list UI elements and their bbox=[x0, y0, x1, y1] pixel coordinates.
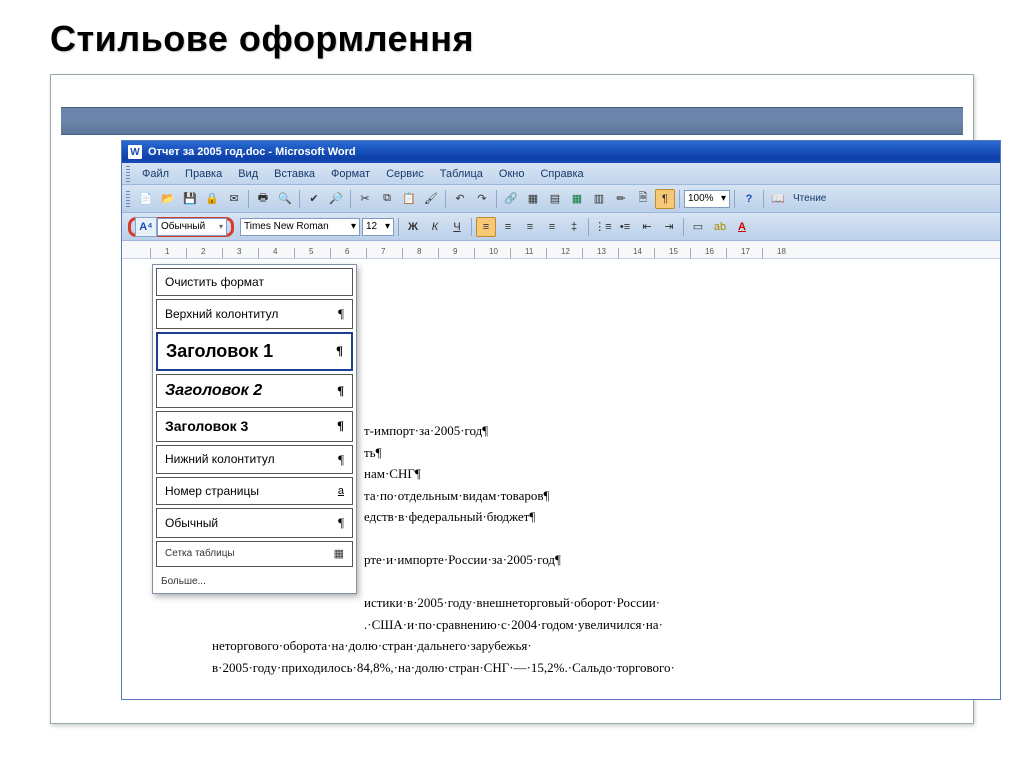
line-spacing-icon[interactable]: ‡ bbox=[564, 217, 584, 237]
excel-icon[interactable]: ▦ bbox=[567, 189, 587, 209]
bullets-icon[interactable]: •≡ bbox=[615, 217, 635, 237]
align-right-icon[interactable]: ≡ bbox=[520, 217, 540, 237]
underline-button[interactable]: Ч bbox=[447, 217, 467, 237]
font-value: Times New Roman bbox=[244, 221, 329, 232]
word-window: W Отчет за 2005 год.doc - Microsoft Word… bbox=[121, 140, 1001, 700]
reading-label[interactable]: Чтение bbox=[790, 193, 829, 204]
presentation-frame: W Отчет за 2005 год.doc - Microsoft Word… bbox=[50, 74, 974, 724]
titlebar: W Отчет за 2005 год.doc - Microsoft Word bbox=[122, 141, 1000, 163]
standard-toolbar: 📄 📂 💾 🔒 ✉ 🖶 🔍 ✔ 🔎 ✂ ⧉ 📋 🖌 ↶ ↷ 🔗 ▦ ▤ ▦ ▥ bbox=[122, 185, 1000, 213]
research-icon[interactable]: 🔎 bbox=[326, 189, 346, 209]
paste-icon[interactable]: 📋 bbox=[399, 189, 419, 209]
word-app-icon: W bbox=[128, 145, 142, 159]
undo-icon[interactable]: ↶ bbox=[450, 189, 470, 209]
style-more[interactable]: Больше... bbox=[153, 570, 356, 593]
slide-title: Стильове оформлення bbox=[0, 0, 1024, 60]
align-center-icon[interactable]: ≡ bbox=[498, 217, 518, 237]
align-left-icon[interactable]: ≡ bbox=[476, 217, 496, 237]
insert-table-icon[interactable]: ▤ bbox=[545, 189, 565, 209]
print-icon[interactable]: 🖶 bbox=[253, 189, 273, 209]
mail-icon[interactable]: ✉ bbox=[224, 189, 244, 209]
format-painter-icon[interactable]: 🖌 bbox=[421, 189, 441, 209]
table-grid-icon: ▦ bbox=[334, 546, 344, 563]
reading-layout-icon[interactable]: 📖 bbox=[768, 189, 788, 209]
styles-pane-icon[interactable]: A⁴ bbox=[135, 217, 157, 237]
save-icon[interactable]: 💾 bbox=[180, 189, 200, 209]
bold-button[interactable]: Ж bbox=[403, 217, 423, 237]
spell-icon[interactable]: ✔ bbox=[304, 189, 324, 209]
increase-indent-icon[interactable]: ⇥ bbox=[659, 217, 679, 237]
style-highlight-ring: A⁴ Обычный▾ bbox=[128, 217, 234, 237]
formatting-toolbar: A⁴ Обычный▾ Times New Roman▾ 12▾ Ж К Ч ≡… bbox=[122, 213, 1000, 241]
italic-button[interactable]: К bbox=[425, 217, 445, 237]
horizontal-ruler[interactable]: 123456789101112131415161718 bbox=[122, 241, 1000, 259]
pilcrow-icon: ¶ bbox=[338, 304, 344, 324]
zoom-combo[interactable]: 100%▾ bbox=[684, 190, 730, 208]
char-style-icon: a bbox=[338, 483, 344, 500]
toolbar-handle[interactable] bbox=[126, 166, 130, 182]
doc-map-icon[interactable]: 🗎 bbox=[633, 189, 653, 209]
zoom-value: 100% bbox=[688, 193, 714, 204]
menu-window[interactable]: Окно bbox=[491, 166, 533, 182]
numbering-icon[interactable]: ⋮≡ bbox=[593, 217, 613, 237]
document-body-text-full: неторгового·оборота·на·долю·стран·дальне… bbox=[212, 636, 988, 677]
style-value: Обычный bbox=[161, 221, 205, 232]
highlight-icon[interactable]: ab bbox=[710, 217, 730, 237]
menubar: Файл Правка Вид Вставка Формат Сервис Та… bbox=[122, 163, 1000, 185]
open-icon[interactable]: 📂 bbox=[158, 189, 178, 209]
menu-file[interactable]: Файл bbox=[134, 166, 177, 182]
document-body-text: т-импорт·за·2005·год¶ть¶нам·СНГ¶та·по·от… bbox=[364, 421, 988, 634]
drawing-icon[interactable]: ✏ bbox=[611, 189, 631, 209]
permission-icon[interactable]: 🔒 bbox=[202, 189, 222, 209]
pilcrow-icon: ¶ bbox=[338, 381, 345, 401]
new-doc-icon[interactable]: 📄 bbox=[136, 189, 156, 209]
menu-help[interactable]: Справка bbox=[532, 166, 591, 182]
size-value: 12 bbox=[366, 221, 377, 232]
help-icon[interactable]: ? bbox=[739, 189, 759, 209]
style-clear-format[interactable]: Очистить формат bbox=[156, 268, 353, 296]
style-table-grid[interactable]: Сетка таблицы▦ bbox=[156, 541, 353, 568]
redo-icon[interactable]: ↷ bbox=[472, 189, 492, 209]
menu-view[interactable]: Вид bbox=[230, 166, 266, 182]
style-normal[interactable]: Обычный¶ bbox=[156, 508, 353, 538]
copy-icon[interactable]: ⧉ bbox=[377, 189, 397, 209]
menu-format[interactable]: Формат bbox=[323, 166, 378, 182]
document-area[interactable]: Очистить формат Верхний колонтитул¶ Заго… bbox=[122, 259, 1000, 699]
font-combo[interactable]: Times New Roman▾ bbox=[240, 218, 360, 236]
style-page-number[interactable]: Номер страницыa bbox=[156, 477, 353, 505]
size-combo[interactable]: 12▾ bbox=[362, 218, 394, 236]
toolbar-handle[interactable] bbox=[126, 191, 130, 207]
pilcrow-icon: ¶ bbox=[338, 450, 344, 470]
hyperlink-icon[interactable]: 🔗 bbox=[501, 189, 521, 209]
style-combo[interactable]: Обычный▾ bbox=[157, 218, 227, 236]
pilcrow-icon: ¶ bbox=[337, 416, 344, 436]
borders-icon[interactable]: ▭ bbox=[688, 217, 708, 237]
style-footer[interactable]: Нижний колонтитул¶ bbox=[156, 445, 353, 475]
style-dropdown: Очистить формат Верхний колонтитул¶ Заго… bbox=[152, 264, 357, 594]
pilcrow-icon: ¶ bbox=[336, 341, 343, 361]
tables-borders-icon[interactable]: ▦ bbox=[523, 189, 543, 209]
columns-icon[interactable]: ▥ bbox=[589, 189, 609, 209]
align-justify-icon[interactable]: ≡ bbox=[542, 217, 562, 237]
window-title: Отчет за 2005 год.doc - Microsoft Word bbox=[148, 146, 356, 158]
style-heading-1[interactable]: Заголовок 1¶ bbox=[156, 332, 353, 371]
decorative-band bbox=[61, 107, 963, 135]
style-heading-3[interactable]: Заголовок 3¶ bbox=[156, 411, 353, 442]
menu-insert[interactable]: Вставка bbox=[266, 166, 323, 182]
preview-icon[interactable]: 🔍 bbox=[275, 189, 295, 209]
style-heading-2[interactable]: Заголовок 2¶ bbox=[156, 374, 353, 408]
show-marks-icon[interactable]: ¶ bbox=[655, 189, 675, 209]
style-header-top[interactable]: Верхний колонтитул¶ bbox=[156, 299, 353, 329]
font-color-icon[interactable]: A bbox=[732, 217, 752, 237]
pilcrow-icon: ¶ bbox=[338, 513, 344, 533]
cut-icon[interactable]: ✂ bbox=[355, 189, 375, 209]
decrease-indent-icon[interactable]: ⇤ bbox=[637, 217, 657, 237]
menu-tools[interactable]: Сервис bbox=[378, 166, 432, 182]
menu-edit[interactable]: Правка bbox=[177, 166, 230, 182]
menu-table[interactable]: Таблица bbox=[432, 166, 491, 182]
